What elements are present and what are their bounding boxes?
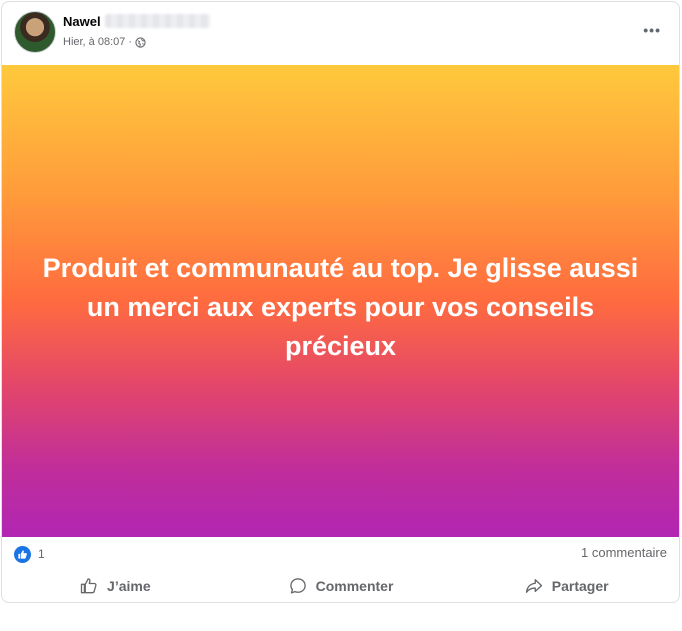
like-button[interactable]: J’aime (2, 569, 228, 602)
comment-icon (289, 578, 306, 594)
post-stats: 1 1 commentaire (2, 537, 679, 569)
share-icon (525, 579, 542, 593)
comments-count[interactable]: 1 commentaire (581, 545, 667, 560)
author-name[interactable]: Nawel (63, 14, 101, 29)
post-card: Nawel Hier, à 08:07 · ••• Produit et com… (1, 1, 680, 603)
post-header: Nawel Hier, à 08:07 · ••• (2, 2, 679, 65)
comment-button-label: Commenter (315, 578, 394, 594)
like-count[interactable]: 1 (38, 547, 45, 561)
author-avatar[interactable] (14, 11, 56, 53)
thumbs-up-icon[interactable] (14, 546, 31, 563)
post-timestamp[interactable]: Hier, à 08:07 · (63, 36, 132, 48)
like-icon (80, 578, 97, 594)
like-button-label: J’aime (107, 578, 151, 594)
post-meta: Hier, à 08:07 · (63, 36, 146, 48)
globe-icon[interactable] (135, 36, 146, 48)
redacted-name-blur (105, 14, 210, 28)
post-actions: J’aime Commenter Partager (2, 569, 679, 602)
share-button[interactable]: Partager (453, 569, 679, 602)
post-text: Produit et communauté au top. Je glisse … (42, 252, 639, 361)
more-options-button[interactable]: ••• (643, 22, 661, 38)
comment-button[interactable]: Commenter (228, 569, 454, 602)
share-button-label: Partager (551, 578, 609, 594)
post-background-banner: Produit et communauté au top. Je glisse … (2, 65, 679, 537)
